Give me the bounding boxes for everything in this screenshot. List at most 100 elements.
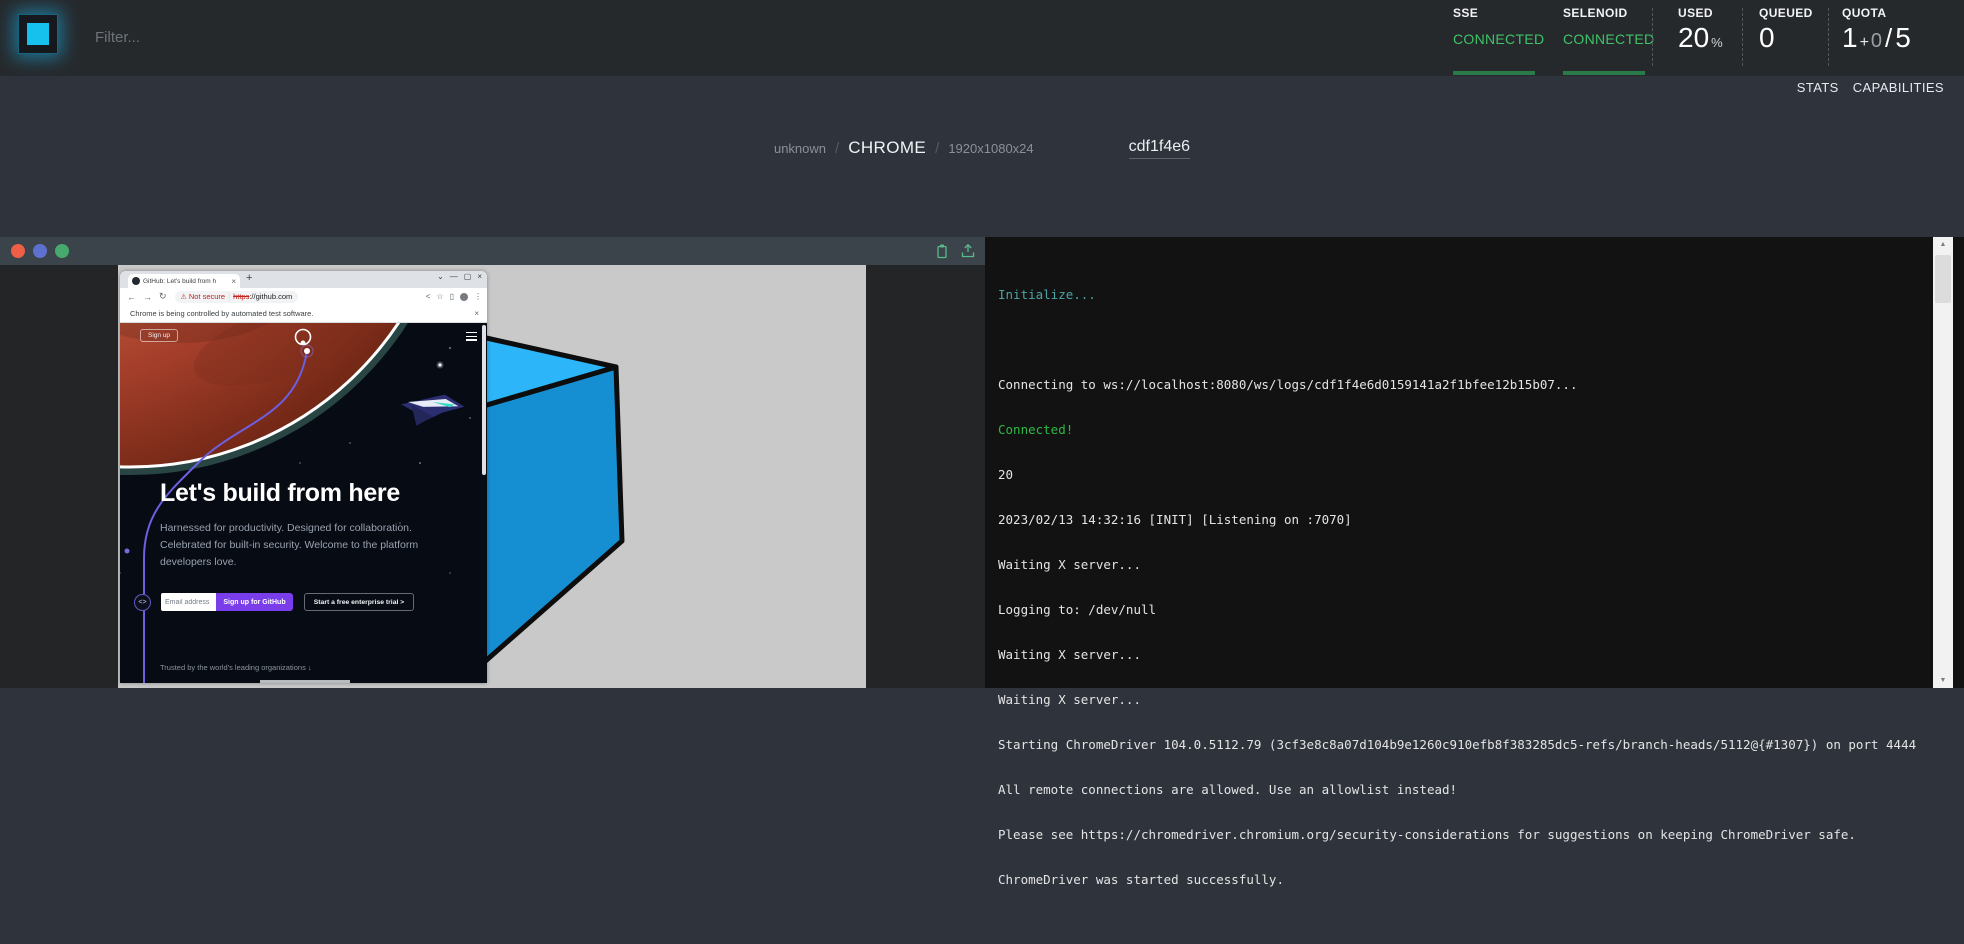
hero-paragraph-line: Harnessed for productivity. Designed for…: [160, 520, 418, 537]
page-scrollbar-thumb[interactable]: [482, 325, 486, 475]
quota-slash: /: [1885, 23, 1892, 53]
traffic-light-green-icon[interactable]: [55, 244, 69, 258]
window-minimize-icon[interactable]: —: [450, 272, 458, 281]
code-bracket-icon: <>: [134, 594, 151, 611]
reload-icon[interactable]: ↻: [159, 291, 167, 302]
tab-title: GitHub: Let's build from h: [143, 278, 229, 285]
new-tab-icon[interactable]: +: [246, 272, 252, 284]
browser-menu-icon[interactable]: ⋮: [474, 292, 482, 301]
browser-address-bar: ← → ↻ ⚠ Not secure | https ://github.com…: [120, 288, 487, 305]
log-line: 20: [998, 467, 1928, 482]
trusted-by-text: Trusted by the world's leading organizat…: [160, 663, 312, 672]
window-maximize-icon[interactable]: ▢: [464, 272, 472, 281]
selenoid-status-underline: [1563, 71, 1645, 75]
log-line: [998, 332, 1928, 347]
back-icon[interactable]: ←: [127, 292, 136, 302]
sse-status: SSE CONNECTED: [1453, 6, 1544, 47]
vnc-panel: GitHub: Let's build from h × + ⌄ — ▢ × ←…: [0, 237, 985, 688]
share-icon[interactable]: <: [426, 292, 431, 301]
hero-heading: Let's build from here: [160, 479, 400, 508]
selenoid-logo-inner-square: [27, 23, 49, 45]
queued-value: 0: [1759, 22, 1813, 54]
filter-input[interactable]: [95, 18, 415, 56]
infobar-close-icon[interactable]: ×: [474, 309, 479, 318]
sse-status-underline: [1453, 71, 1535, 75]
scrollbar-thumb[interactable]: [1935, 255, 1951, 303]
selenoid-value: CONNECTED: [1563, 31, 1654, 47]
quota-label: QUOTA: [1842, 6, 1911, 20]
log-scrollbar[interactable]: ▲ ▼: [1933, 237, 1953, 688]
log-line: Waiting X server...: [998, 692, 1928, 707]
session-row[interactable]: unknown / CHROME / 1920x1080x24 cdf1f4e6: [0, 130, 1964, 166]
quota-stat: QUOTA 1+0/5: [1842, 6, 1911, 54]
used-value: 20: [1678, 22, 1709, 53]
email-field[interactable]: [161, 593, 216, 611]
browser-tab[interactable]: GitHub: Let's build from h ×: [128, 274, 240, 288]
not-secure-text: Not secure: [189, 292, 225, 301]
nav-stats-link[interactable]: STATS: [1797, 80, 1839, 95]
sse-label: SSE: [1453, 6, 1544, 20]
traffic-light-red-icon[interactable]: [11, 244, 25, 258]
window-close-icon[interactable]: ×: [477, 272, 482, 281]
log-line: Waiting X server...: [998, 557, 1928, 572]
enterprise-trial-button[interactable]: Start a free enterprise trial >: [304, 593, 414, 611]
url-field[interactable]: ⚠ Not secure | https ://github.com: [175, 291, 299, 303]
used-label: USED: [1678, 6, 1723, 20]
hamburger-menu-icon[interactable]: [466, 332, 477, 343]
profile-avatar[interactable]: [460, 293, 468, 301]
automation-info-text: Chrome is being controlled by automated …: [130, 309, 313, 318]
session-id-link[interactable]: cdf1f4e6: [1129, 138, 1190, 159]
session-separator: /: [835, 140, 839, 157]
log-line: [998, 917, 1928, 932]
signup-for-github-button[interactable]: Sign up for GitHub: [216, 593, 293, 611]
clipboard-icon[interactable]: [934, 243, 950, 259]
nav-capabilities-link[interactable]: CAPABILITIES: [1853, 80, 1944, 95]
log-line: Connected!: [998, 422, 1928, 437]
separator: [1652, 8, 1653, 66]
selenoid-label: SELENOID: [1563, 6, 1654, 20]
url-divider: |: [228, 292, 230, 301]
selenoid-status: SELENOID CONNECTED: [1563, 6, 1654, 47]
vnc-screen[interactable]: GitHub: Let's build from h × + ⌄ — ▢ × ←…: [118, 265, 866, 688]
log-output: Initialize... Connecting to ws://localho…: [998, 257, 1928, 944]
quota-current: 1: [1842, 22, 1858, 53]
log-line: ChromeDriver was started successfully.: [998, 872, 1928, 887]
log-line: Starting ChromeDriver 104.0.5112.79 (3cf…: [998, 737, 1928, 752]
top-bar: SSE CONNECTED SELENOID CONNECTED USED 20…: [0, 0, 1964, 76]
remote-browser-window: GitHub: Let's build from h × + ⌄ — ▢ × ←…: [120, 271, 487, 683]
github-signup-button[interactable]: Sign up: [140, 329, 178, 342]
github-page: Sign up Let's build from here Harnessed …: [120, 323, 487, 683]
queued-label: QUEUED: [1759, 6, 1813, 20]
scroll-up-icon[interactable]: ▲: [1933, 241, 1953, 248]
selenoid-logo-icon[interactable]: [18, 14, 58, 54]
scroll-down-icon[interactable]: ▼: [1933, 677, 1953, 684]
github-logo-icon[interactable]: [294, 328, 312, 346]
used-stat: USED 20%: [1678, 6, 1723, 54]
session-screen-resolution: 1920x1080x24: [948, 141, 1033, 156]
traffic-light-blue-icon[interactable]: [33, 244, 47, 258]
hero-paragraph-line: developers love.: [160, 554, 418, 571]
selenoid-ui-root: SSE CONNECTED SELENOID CONNECTED USED 20…: [0, 0, 1964, 944]
separator: [1742, 8, 1743, 66]
separator: [1828, 8, 1829, 66]
upload-icon[interactable]: [960, 243, 976, 259]
hero-paragraph-line: Celebrated for built-in security. Welcom…: [160, 537, 418, 554]
forward-icon[interactable]: →: [143, 292, 152, 302]
quota-total: 5: [1895, 22, 1911, 53]
side-panel-icon[interactable]: ▯: [450, 292, 454, 301]
tab-close-icon[interactable]: ×: [231, 277, 236, 286]
github-favicon: [132, 277, 140, 285]
session-quota-name: unknown: [774, 141, 826, 156]
session-separator: /: [935, 140, 939, 157]
window-menu-icon[interactable]: ⌄: [437, 272, 444, 281]
not-secure-warning-icon: ⚠: [181, 293, 187, 301]
top-nav-links: STATS CAPABILITIES: [1797, 80, 1944, 95]
log-line: All remote connections are allowed. Use …: [998, 782, 1928, 797]
browser-tab-strip: GitHub: Let's build from h × + ⌄ — ▢ ×: [120, 271, 487, 288]
log-line: Initialize...: [998, 287, 1928, 302]
bookmark-star-icon[interactable]: ☆: [436, 292, 443, 301]
log-line: Connecting to ws://localhost:8080/ws/log…: [998, 377, 1928, 392]
session-log-panel: Initialize... Connecting to ws://localho…: [985, 237, 1964, 688]
url-https-struck: https: [233, 292, 249, 301]
log-line: Please see https://chromedriver.chromium…: [998, 827, 1928, 842]
